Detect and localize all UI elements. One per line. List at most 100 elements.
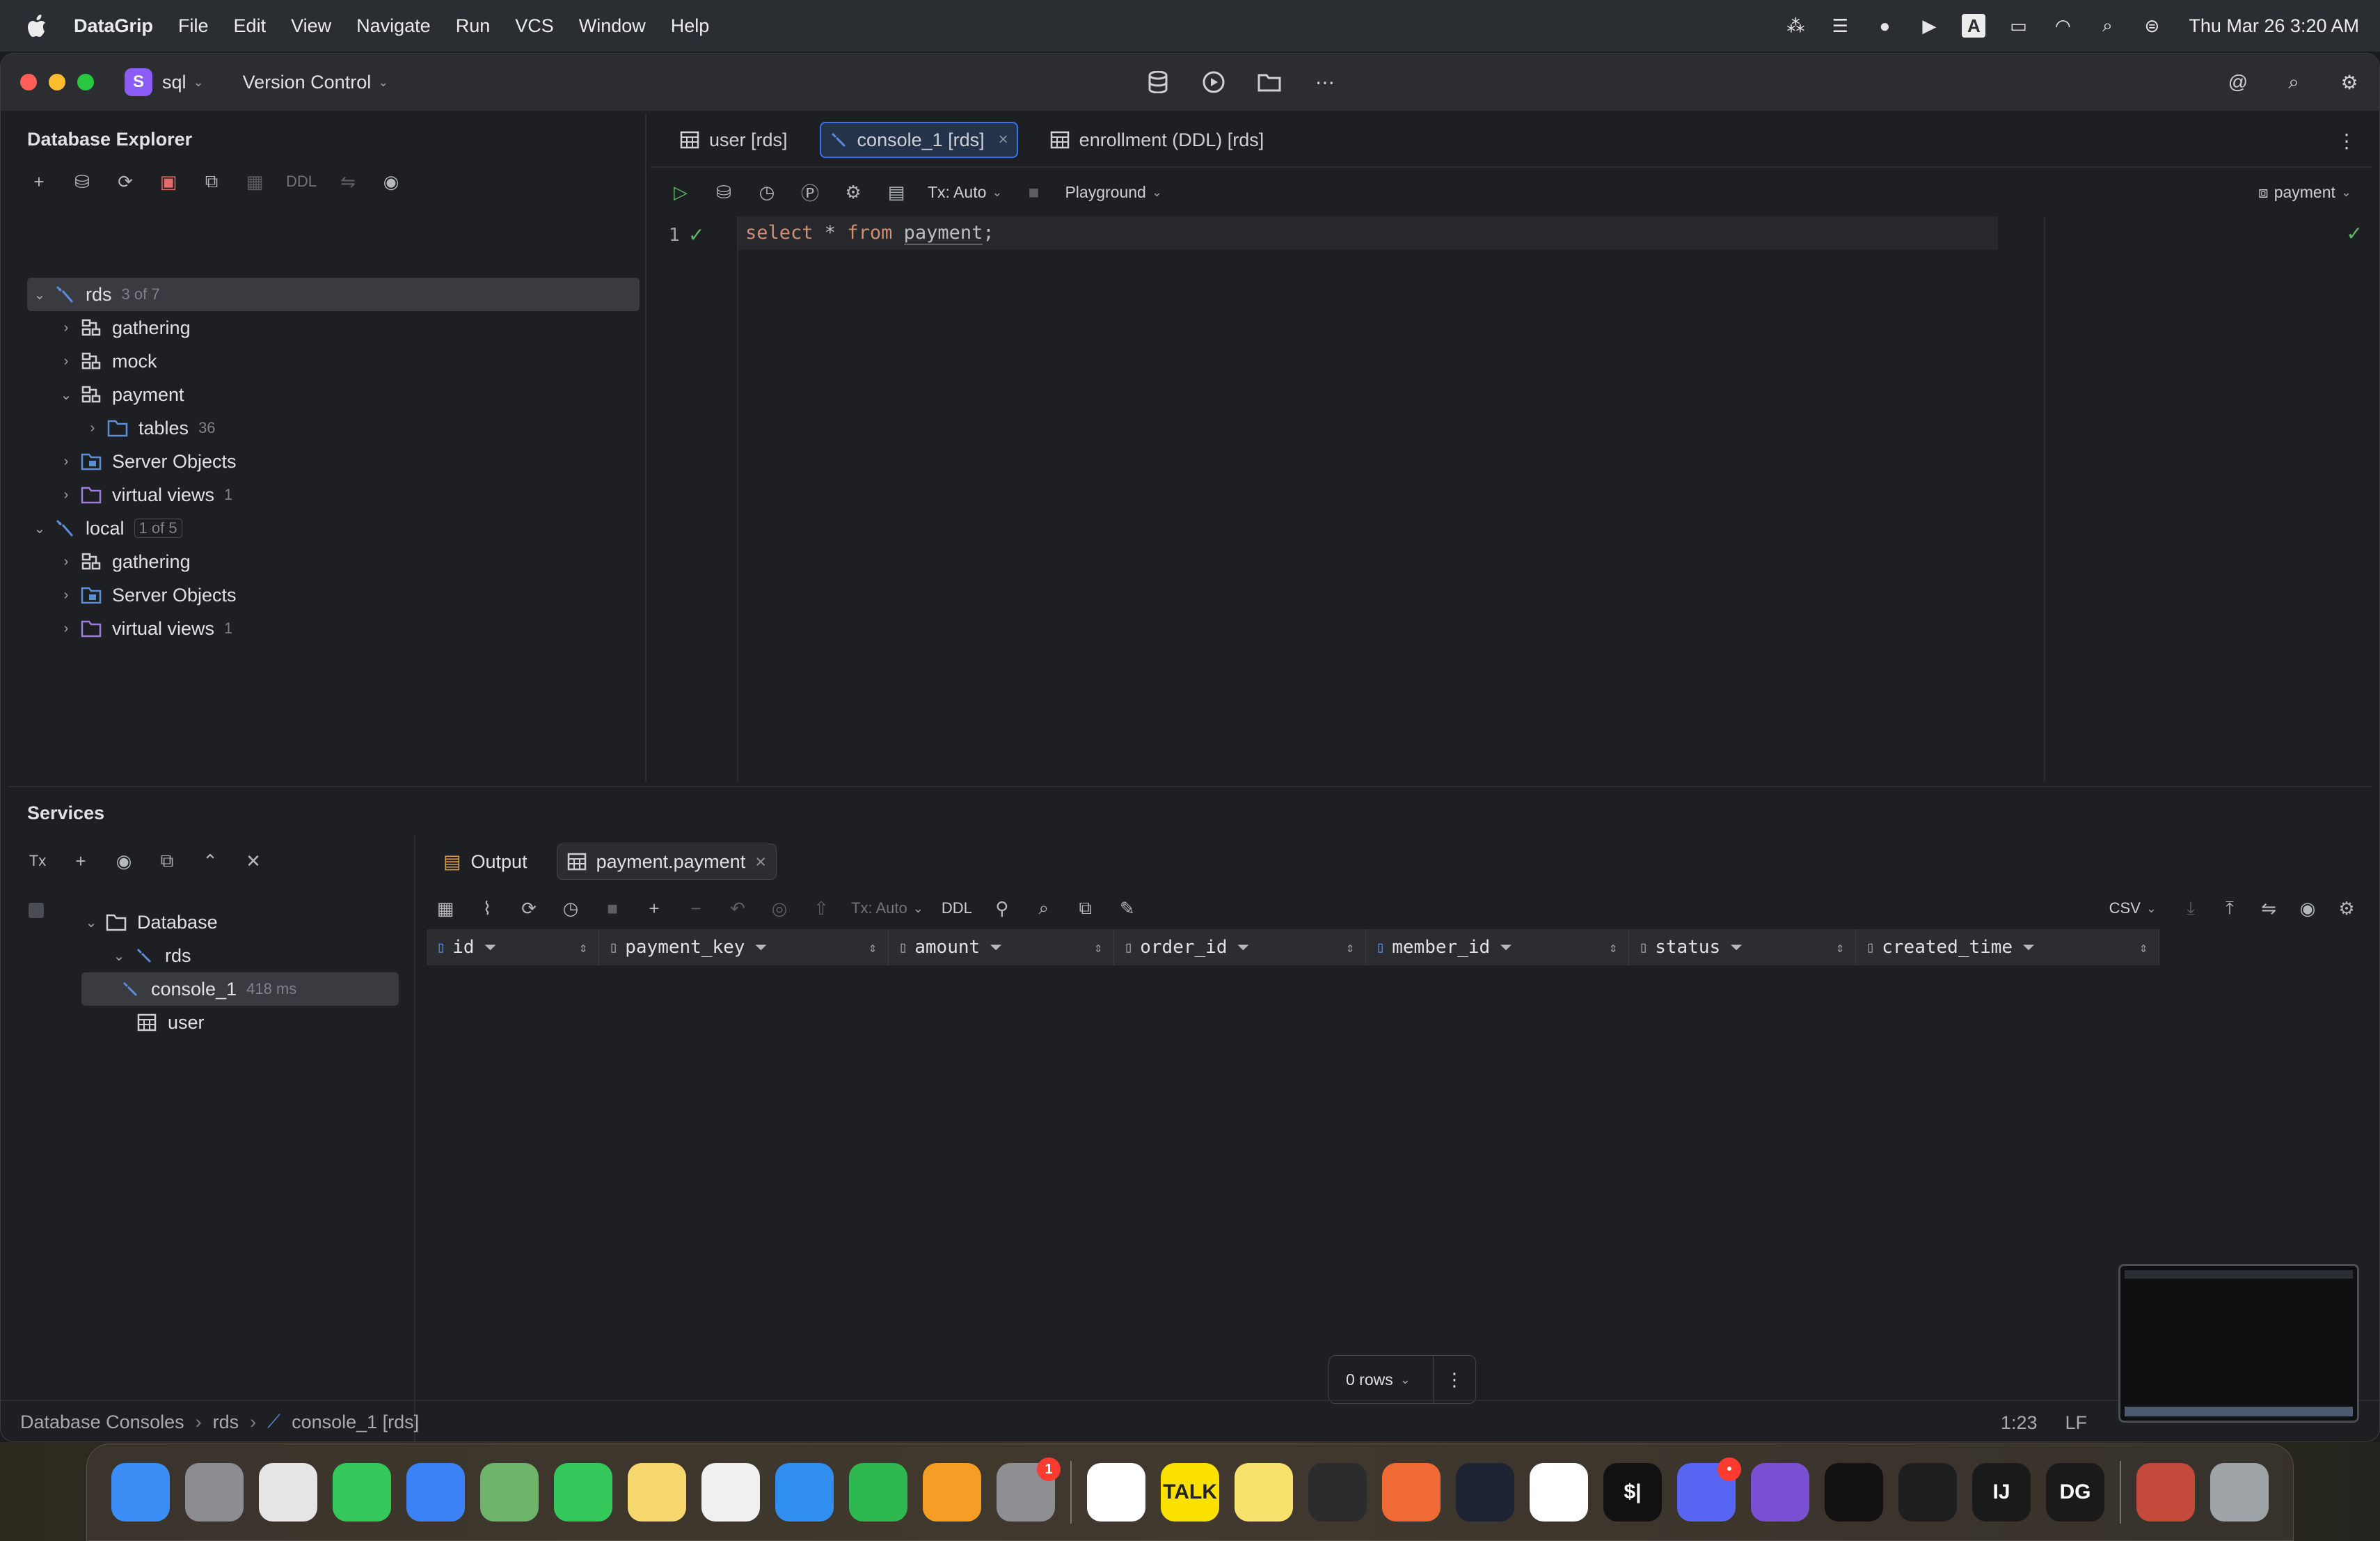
tree-item[interactable]: › gathering	[27, 545, 640, 578]
chart-view-icon[interactable]: ⌇	[475, 896, 499, 920]
filter-icon[interactable]: ⏷	[754, 939, 767, 956]
editor-tab[interactable]: user [rds]	[672, 122, 796, 158]
breadcrumb-item[interactable]: Database Consoles	[20, 1412, 184, 1433]
chevron-down-icon[interactable]: ⌄	[27, 286, 52, 303]
menu-run[interactable]: Run	[456, 15, 491, 37]
numbers-icon[interactable]	[849, 1463, 907, 1522]
tree-item[interactable]: › mock	[27, 345, 640, 378]
more-options-icon[interactable]: ⋮	[1434, 1369, 1475, 1391]
expand-all-icon[interactable]: ⌃	[198, 849, 222, 873]
slack-icon[interactable]	[1087, 1463, 1145, 1522]
list-icon[interactable]: ☰	[1828, 14, 1852, 38]
download-icon[interactable]: ⤓	[2179, 896, 2203, 920]
code-area[interactable]: 1 ✓ select * from payment; ✓	[651, 216, 2372, 782]
kakaotalk-icon[interactable]: TALK	[1161, 1463, 1219, 1522]
project-selector[interactable]: sql ⌄	[162, 72, 204, 93]
spotify-icon[interactable]	[1825, 1463, 1883, 1522]
pages-icon[interactable]	[923, 1463, 981, 1522]
close-tab-icon[interactable]: ×	[755, 851, 766, 873]
chevron-right-icon[interactable]: ›	[54, 487, 79, 503]
github-icon[interactable]	[1751, 1463, 1809, 1522]
tree-item[interactable]: › virtual views 1	[27, 612, 640, 645]
sort-icon[interactable]: ⇕	[1346, 939, 1354, 956]
jump-to-console-icon[interactable]: ⧉	[200, 170, 223, 193]
launchpad-icon[interactable]	[185, 1463, 244, 1522]
execute-run-icon[interactable]: ▷	[669, 180, 692, 204]
data-source-properties-icon[interactable]: ⛁	[70, 170, 94, 193]
table-icon[interactable]: ▦	[243, 170, 267, 193]
view-options-eye-icon[interactable]: ◉	[379, 170, 403, 193]
editor-tab[interactable]: enrollment (DDL) [rds]	[1042, 122, 1273, 158]
preview-changes-icon[interactable]: ◎	[768, 896, 791, 920]
add-row-icon[interactable]: +	[642, 896, 666, 920]
add-service-icon[interactable]: +	[69, 849, 93, 873]
editor-tab[interactable]: console_1 [rds] ×	[819, 122, 1018, 158]
services-icon[interactable]	[1198, 66, 1230, 98]
messenger-icon[interactable]: ●	[1873, 14, 1896, 38]
view-options-eye-icon[interactable]: ◉	[2296, 896, 2319, 920]
chevron-right-icon[interactable]: ›	[54, 554, 79, 570]
trash-icon[interactable]	[2210, 1463, 2269, 1522]
tree-item[interactable]: › tables 36	[27, 411, 640, 445]
pencil-app-icon[interactable]	[1382, 1463, 1441, 1522]
menu-app-name[interactable]: DataGrip	[74, 15, 153, 37]
rows-selector[interactable]: 0 rows ⌄	[1329, 1356, 1434, 1403]
search-icon[interactable]: ⌕	[2095, 14, 2119, 38]
column-header[interactable]: ▯ id ⏷ ⇕	[427, 929, 599, 965]
result-tab[interactable]: ▤ Output	[434, 844, 537, 880]
service-tree-item[interactable]: ⌄ rds	[9, 939, 413, 972]
menu-vcs[interactable]: VCS	[515, 15, 554, 37]
play-icon[interactable]: ▶	[1917, 14, 1941, 38]
settings-icon[interactable]: ⚙	[841, 180, 865, 204]
discord-icon[interactable]: •	[1677, 1457, 1741, 1522]
table-view-icon[interactable]: ▦	[434, 896, 457, 920]
datagrip-icon[interactable]: DG	[2046, 1463, 2104, 1522]
chevron-right-icon[interactable]: ›	[54, 454, 79, 470]
menu-navigate[interactable]: Navigate	[356, 15, 431, 37]
sort-icon[interactable]: ⇕	[1609, 939, 1617, 956]
figma-icon[interactable]: ⁂	[1784, 14, 1807, 38]
tree-item[interactable]: › virtual views 1	[27, 478, 640, 512]
service-tree-item[interactable]: console_1 418 ms	[81, 972, 399, 1006]
stickies-icon[interactable]	[1235, 1463, 1293, 1522]
facetime-icon[interactable]	[554, 1463, 612, 1522]
zoom-window-button[interactable]	[77, 74, 94, 90]
stop-icon[interactable]: ■	[601, 896, 624, 920]
vscode-icon[interactable]	[1530, 1463, 1588, 1522]
tree-item[interactable]: ⌄ payment	[27, 378, 640, 411]
chevron-down-icon[interactable]: ⌄	[79, 914, 104, 931]
compare-icon[interactable]: ⇋	[336, 170, 360, 193]
output-panel-icon[interactable]: ▤	[884, 180, 908, 204]
result-tab[interactable]: payment.payment ×	[556, 844, 777, 880]
control-center-icon[interactable]: ⊜	[2140, 14, 2164, 38]
revert-icon[interactable]: ↶	[726, 896, 749, 920]
compare-icon[interactable]: ⧉	[1074, 896, 1097, 920]
menu-edit[interactable]: Edit	[234, 15, 267, 37]
inspection-ok-check-icon[interactable]: ✓	[2347, 222, 2363, 245]
messages-icon[interactable]	[333, 1463, 391, 1522]
chevron-right-icon[interactable]: ›	[54, 320, 79, 336]
column-header[interactable]: ▯ amount ⏷ ⇕	[889, 929, 1114, 965]
search-icon[interactable]: ⌕	[1032, 896, 1056, 920]
close-window-button[interactable]	[20, 74, 37, 90]
chevron-down-icon[interactable]: ⌄	[54, 386, 79, 404]
filter-icon[interactable]: ⏷	[1500, 939, 1512, 956]
ddl-button[interactable]: DDL	[286, 173, 317, 191]
schema-selector[interactable]: ⧈ payment ⌄	[2258, 183, 2351, 202]
close-tab-icon[interactable]: ×	[999, 130, 1008, 150]
filter-icon[interactable]: ⏷	[990, 939, 1002, 956]
chatgpt-icon[interactable]	[1456, 1463, 1514, 1522]
history-icon[interactable]: ◷	[755, 180, 779, 204]
column-header[interactable]: ▯ member_id ⏷ ⇕	[1366, 929, 1629, 965]
tree-item[interactable]: ⌄ rds 3 of 7	[27, 278, 640, 311]
edit-icon[interactable]: ✎	[1116, 896, 1139, 920]
tx-icon[interactable]: Tx	[26, 849, 49, 873]
filter-icon[interactable]: ⏷	[1730, 939, 1743, 956]
ai-assistant-icon[interactable]: @	[2222, 66, 2254, 98]
version-control-selector[interactable]: Version Control ⌄	[243, 72, 389, 93]
refresh-icon[interactable]: ⟳	[113, 170, 137, 193]
breadcrumb-item[interactable]: rds	[213, 1412, 239, 1433]
search-icon[interactable]: ⌕	[2278, 66, 2310, 98]
figma-icon[interactable]	[1898, 1463, 1957, 1522]
menubar-clock[interactable]: Thu Mar 26 3:20 AM	[2189, 15, 2359, 37]
